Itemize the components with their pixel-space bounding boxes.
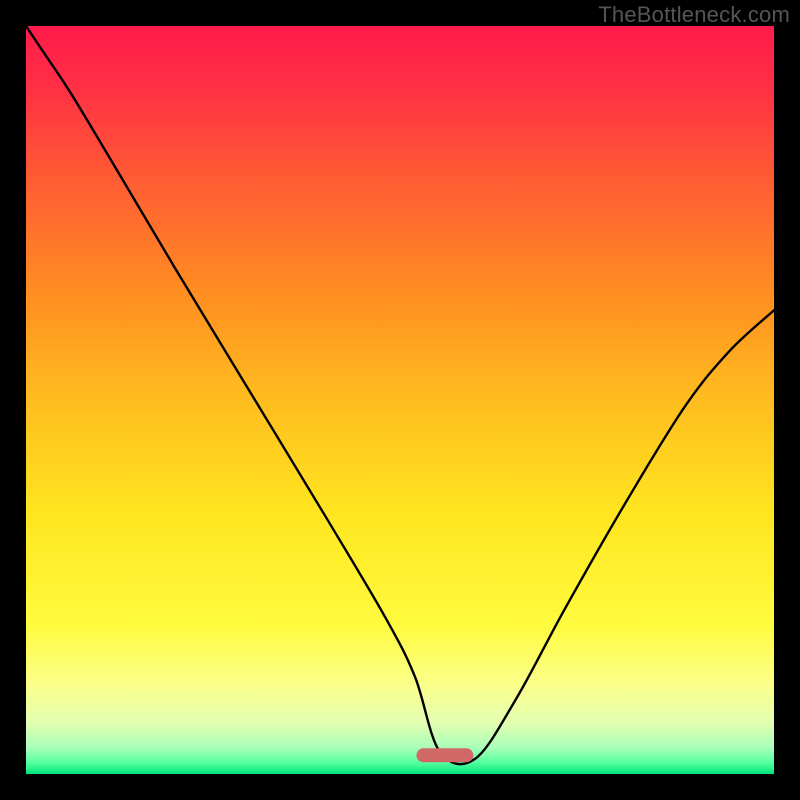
gradient-background (26, 26, 774, 774)
watermark-text: TheBottleneck.com (598, 2, 790, 28)
bottleneck-chart (26, 26, 774, 774)
plot-area (26, 26, 774, 774)
optimal-marker (416, 748, 473, 762)
chart-frame: TheBottleneck.com (0, 0, 800, 800)
